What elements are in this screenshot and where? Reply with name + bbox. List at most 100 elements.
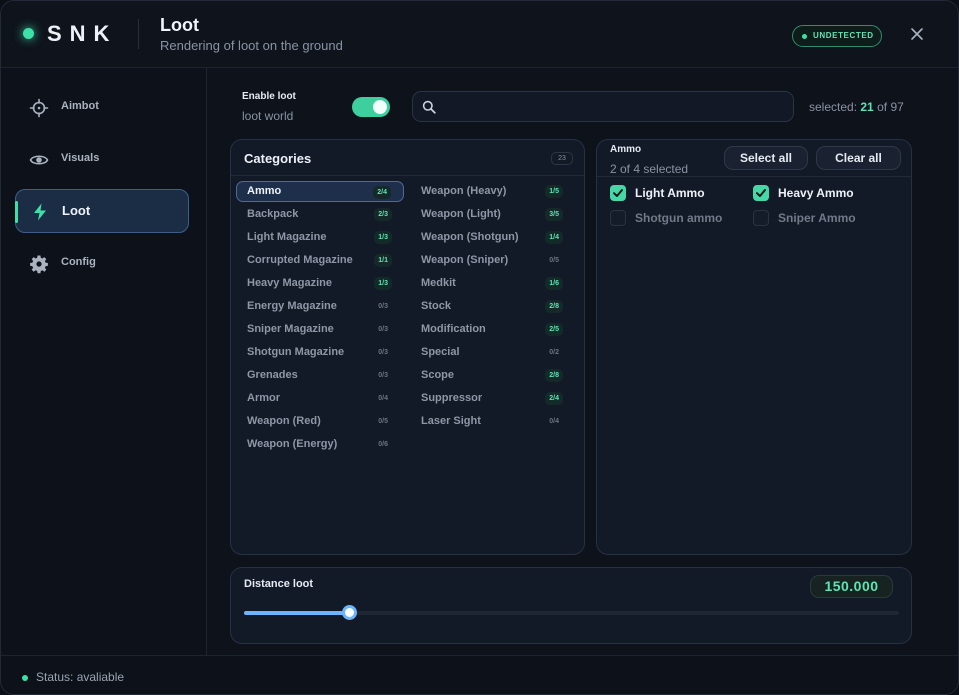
category-item[interactable]: Weapon (Light) 3/5	[410, 204, 575, 225]
category-count-badge: 1/1	[374, 254, 392, 267]
category-item[interactable]: Ammo 2/4	[236, 181, 404, 202]
category-count-badge: 0/3	[378, 303, 388, 310]
distance-value[interactable]: 150.000	[810, 575, 893, 598]
category-count-badge: 3/5	[545, 208, 563, 221]
category-name: Light Magazine	[247, 231, 327, 243]
category-count-badge: 2/4	[373, 186, 391, 199]
slider-fill	[244, 611, 349, 615]
checkbox[interactable]	[610, 210, 626, 226]
category-count-badge: 0/4	[549, 418, 559, 425]
category-count-badge: 0/6	[378, 441, 388, 448]
selected-prefix: selected:	[809, 100, 858, 114]
category-item[interactable]: Scope 2/8	[410, 365, 575, 386]
sidebar-item-config[interactable]: Config	[15, 242, 189, 286]
category-count-badge: 0/3	[378, 372, 388, 379]
sidebar: Aimbot Visuals Loot Config	[1, 68, 207, 655]
brand-divider	[138, 19, 139, 49]
category-name: Suppressor	[421, 392, 483, 404]
sidebar-item-label: Visuals	[61, 152, 100, 164]
category-name: Scope	[421, 369, 455, 381]
sidebar-item-label: Aimbot	[61, 100, 99, 112]
category-name: Armor	[247, 392, 281, 404]
category-item[interactable]: Medkit 1/6	[410, 273, 575, 294]
category-item[interactable]: Weapon (Energy) 0/6	[236, 434, 404, 455]
category-item[interactable]: Weapon (Heavy) 1/5	[410, 181, 575, 202]
category-item[interactable]: Laser Sight 0/4	[410, 411, 575, 432]
search-input[interactable]	[445, 97, 785, 117]
checkbox[interactable]	[610, 185, 626, 201]
slider-thumb[interactable]	[341, 605, 357, 620]
brand-logo: SNK	[47, 21, 118, 46]
category-item[interactable]: Corrupted Magazine 1/1	[236, 250, 404, 271]
search-icon	[422, 100, 436, 114]
search-box[interactable]	[412, 91, 794, 122]
category-name: Medkit	[421, 277, 456, 289]
category-count-badge: 1/3	[374, 231, 392, 244]
category-name: Weapon (Sniper)	[421, 254, 509, 266]
category-name: Heavy Magazine	[247, 277, 332, 289]
category-item[interactable]: Weapon (Shotgun) 1/4	[410, 227, 575, 248]
category-name: Weapon (Shotgun)	[421, 231, 519, 243]
category-name: Weapon (Heavy)	[421, 185, 507, 197]
distance-slider[interactable]	[244, 605, 899, 620]
category-item[interactable]: Shotgun Magazine 0/3	[236, 342, 404, 363]
checkbox[interactable]	[753, 210, 769, 226]
check-icon	[756, 189, 766, 197]
category-name: Corrupted Magazine	[247, 254, 353, 266]
category-item[interactable]: Weapon (Sniper) 0/5	[410, 250, 575, 271]
category-item[interactable]: Suppressor 2/4	[410, 388, 575, 409]
sidebar-item-label: Config	[61, 256, 96, 268]
category-count-badge: 2/5	[545, 323, 563, 336]
sidebar-item-loot[interactable]: Loot	[15, 189, 189, 233]
category-item[interactable]: Backpack 2/3	[236, 204, 404, 225]
category-count-badge: 2/8	[545, 300, 563, 313]
category-name: Weapon (Energy)	[247, 438, 338, 450]
checkbox[interactable]	[753, 185, 769, 201]
status-dot	[802, 34, 807, 39]
status-badge-label: UNDETECTED	[813, 31, 874, 40]
footer: Status: avaliable	[1, 655, 958, 694]
category-item[interactable]: Grenades 0/3	[236, 365, 404, 386]
category-item[interactable]: Sniper Magazine 0/3	[236, 319, 404, 340]
category-count-badge: 0/2	[549, 349, 559, 356]
category-item[interactable]: Weapon (Red) 0/5	[236, 411, 404, 432]
select-all-button[interactable]: Select all	[724, 146, 808, 170]
category-item[interactable]: Armor 0/4	[236, 388, 404, 409]
category-name: Stock	[421, 300, 451, 312]
category-item[interactable]: Stock 2/8	[410, 296, 575, 317]
category-item[interactable]: Light Magazine 1/3	[236, 227, 404, 248]
enable-loot-toggle[interactable]	[352, 97, 390, 117]
category-count-badge: 0/3	[378, 349, 388, 356]
clear-all-button[interactable]: Clear all	[816, 146, 901, 170]
eye-icon	[29, 155, 49, 165]
category-name: Modification	[421, 323, 486, 335]
distance-label: Distance loot	[244, 578, 314, 590]
divider	[597, 176, 911, 177]
category-count-badge: 1/5	[545, 185, 563, 198]
page-title: Loot	[160, 15, 199, 35]
ammo-item-label: Shotgun ammo	[635, 211, 723, 225]
sidebar-item-visuals[interactable]: Visuals	[15, 138, 189, 182]
category-item[interactable]: Heavy Magazine 1/3	[236, 273, 404, 294]
ammo-item[interactable]: Sniper Ammo	[753, 209, 888, 227]
category-item[interactable]: Special 0/2	[410, 342, 575, 363]
ammo-item[interactable]: Heavy Ammo	[753, 184, 888, 202]
close-button[interactable]	[907, 24, 927, 44]
sidebar-item-aimbot[interactable]: Aimbot	[15, 86, 189, 130]
category-item[interactable]: Energy Magazine 0/3	[236, 296, 404, 317]
category-name: Shotgun Magazine	[247, 346, 345, 358]
category-count-badge: 1/6	[545, 277, 563, 290]
category-count-badge: 0/3	[378, 326, 388, 333]
categories-count: 23	[551, 152, 573, 165]
app-window: SNK Loot Rendering of loot on the ground…	[0, 0, 959, 695]
page-subtitle: Rendering of loot on the ground	[160, 38, 343, 53]
category-count-badge: 2/3	[374, 208, 392, 221]
ammo-item[interactable]: Light Ammo	[610, 184, 745, 202]
divider	[231, 175, 584, 176]
category-name: Ammo	[247, 185, 282, 197]
ammo-item[interactable]: Shotgun ammo	[610, 209, 745, 227]
status-badge: UNDETECTED	[792, 25, 882, 47]
ammo-title: Ammo	[610, 144, 642, 155]
category-item[interactable]: Modification 2/5	[410, 319, 575, 340]
ammo-panel: Ammo 2 of 4 selected Select all Clear al…	[596, 139, 912, 555]
